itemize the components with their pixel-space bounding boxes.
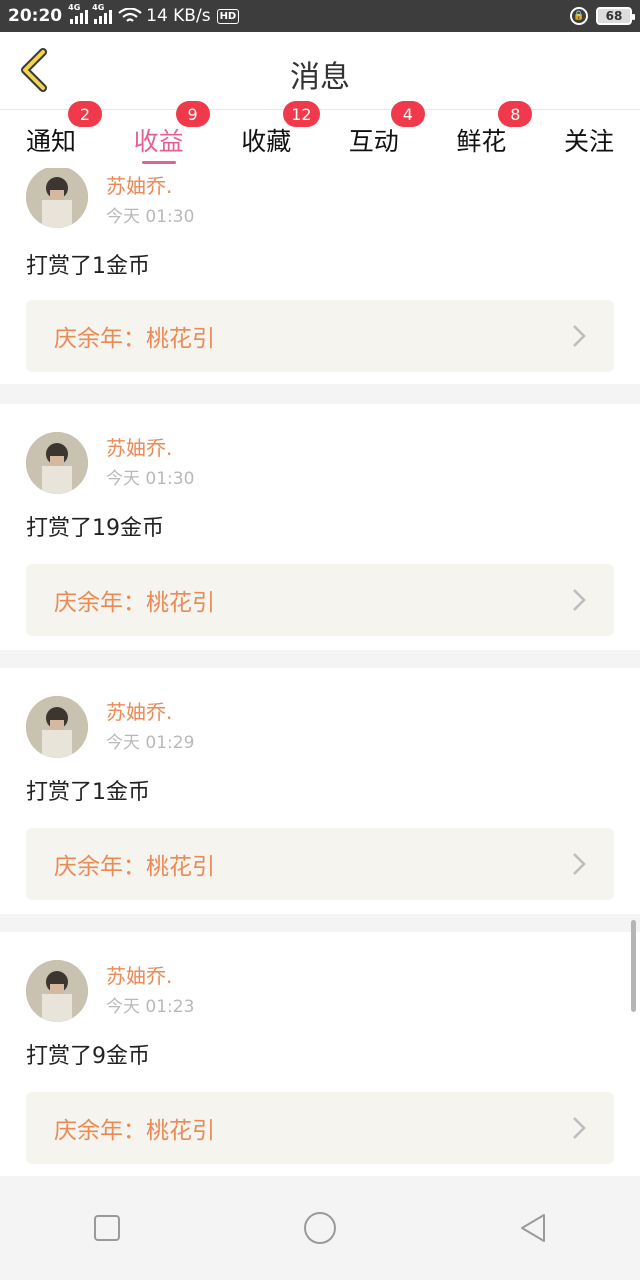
recent-apps-button[interactable] (77, 1198, 137, 1258)
chevron-right-icon (573, 853, 586, 875)
network-type-label-2: 4G (92, 3, 105, 12)
book-link[interactable]: 庆余年：桃花引 (26, 1092, 614, 1164)
count-badge: 12 (283, 101, 320, 127)
chevron-right-icon (573, 1117, 586, 1139)
square-icon (93, 1215, 120, 1241)
wifi-icon (118, 8, 142, 22)
book-title: 庆余年：桃花引 (54, 1118, 215, 1144)
message-list[interactable]: 苏妯乔. 今天 01:30 打赏了1金币 庆余年：桃花引 苏妯乔. 今天 01:… (0, 168, 640, 1176)
book-title: 庆余年：桃花引 (54, 854, 215, 880)
reward-text: 打赏了1金币 (26, 780, 150, 805)
home-button[interactable] (290, 1198, 350, 1258)
avatar[interactable] (26, 168, 88, 228)
username[interactable]: 苏妯乔. (106, 960, 172, 989)
tab-notifications[interactable]: 通知 2 (26, 101, 102, 168)
system-nav-bar (0, 1176, 640, 1280)
battery-icon: 68 (596, 7, 635, 25)
system-back-button[interactable] (503, 1198, 563, 1258)
avatar[interactable] (26, 960, 88, 1022)
tab-label: 鲜花 (456, 127, 507, 156)
tab-interactions[interactable]: 互动 4 (348, 101, 425, 168)
message-time: 今天 01:29 (106, 733, 195, 753)
tab-earnings[interactable]: 收益 9 (133, 101, 210, 168)
tab-label: 互动 (348, 127, 399, 156)
network-speed: 14 KB/s (146, 6, 211, 26)
status-bar: 20:20 4G 4G 14 KB/s HD 🔒 68 (0, 0, 640, 32)
username[interactable]: 苏妯乔. (106, 170, 172, 199)
tab-label: 通知 (26, 127, 77, 156)
message-card: 苏妯乔. 今天 01:30 打赏了1金币 庆余年：桃花引 (0, 168, 640, 384)
tab-bar: 通知 2 收益 9 收藏 12 互动 4 鲜花 8 关注 (0, 101, 640, 168)
tab-label: 收藏 (241, 127, 292, 156)
message-time: 今天 01:30 (106, 469, 195, 489)
reward-text: 打赏了19金币 (26, 516, 164, 541)
chevron-right-icon (573, 589, 586, 611)
scrollbar[interactable] (631, 920, 636, 1012)
username[interactable]: 苏妯乔. (106, 696, 172, 725)
active-tab-indicator (141, 161, 176, 164)
avatar[interactable] (26, 696, 88, 758)
avatar[interactable] (26, 432, 88, 494)
status-time: 20:20 (8, 6, 63, 26)
hd-icon: HD (216, 8, 240, 24)
book-link[interactable]: 庆余年：桃花引 (26, 564, 614, 636)
count-badge: 4 (390, 101, 425, 127)
rotation-lock-icon: 🔒 (570, 7, 588, 25)
tab-favorites[interactable]: 收藏 12 (241, 101, 320, 168)
count-badge: 8 (498, 101, 533, 127)
signal-icon: 4G (68, 3, 89, 24)
count-badge: 9 (175, 101, 210, 127)
reward-text: 打赏了9金币 (26, 1044, 150, 1069)
message-card: 苏妯乔. 今天 01:30 打赏了19金币 庆余年：桃花引 (0, 404, 640, 650)
message-time: 今天 01:23 (106, 997, 195, 1017)
book-link[interactable]: 庆余年：桃花引 (26, 300, 614, 372)
message-card: 苏妯乔. 今天 01:29 打赏了1金币 庆余年：桃花引 (0, 668, 640, 914)
signal-icon-2: 4G (92, 3, 113, 24)
page-title: 消息 (290, 60, 350, 95)
tab-following[interactable]: 关注 (564, 110, 614, 168)
tab-label: 关注 (563, 127, 614, 156)
tab-label: 收益 (133, 127, 184, 156)
message-card: 苏妯乔. 今天 01:23 打赏了9金币 庆余年：桃花引 (0, 932, 640, 1176)
circle-icon (303, 1212, 336, 1244)
reward-text: 打赏了1金币 (26, 254, 150, 279)
message-time: 今天 01:30 (106, 207, 195, 227)
book-link[interactable]: 庆余年：桃花引 (26, 828, 614, 900)
tab-flowers[interactable]: 鲜花 8 (456, 101, 533, 168)
title-bar: 消息 (0, 32, 640, 110)
book-title: 庆余年：桃花引 (54, 326, 215, 352)
network-type-label: 4G (68, 3, 81, 12)
username[interactable]: 苏妯乔. (106, 432, 172, 461)
book-title: 庆余年：桃花引 (54, 590, 215, 616)
triangle-back-icon (521, 1214, 546, 1242)
count-badge: 2 (68, 101, 102, 127)
chevron-right-icon (573, 325, 586, 347)
